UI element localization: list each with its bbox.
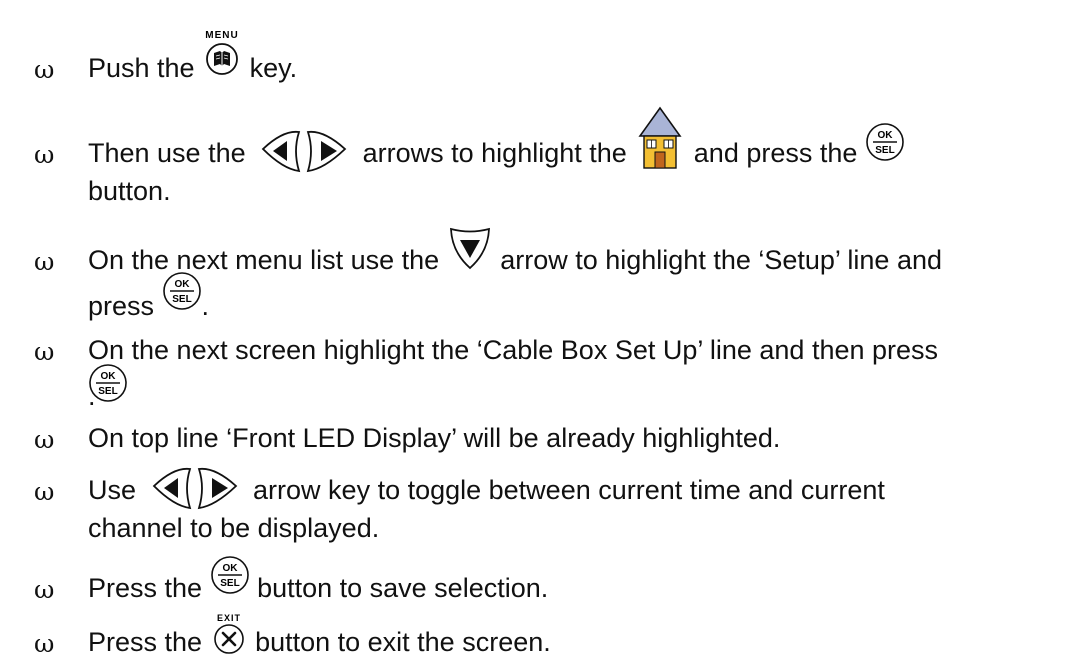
step-text: Push the [88,53,203,83]
right-arrow-key-icon [194,467,246,510]
ok-label: OK [877,130,893,141]
step-text: On top line ‘Front LED Display’ will be … [88,423,781,453]
bullet: ω [34,425,55,454]
down-arrow-key-icon [447,227,493,280]
svg-text:OK: OK [174,279,190,290]
step-text: Use [88,475,144,505]
svg-text:OK: OK [101,371,117,382]
step-text: Press the [88,627,210,657]
bullet: ω [34,55,55,84]
step-text: arrow to highlight the ‘Setup’ line and [492,245,942,275]
svg-text:OK: OK [222,563,238,574]
step-text: Press the [88,573,210,603]
bullet: ω [34,575,55,604]
ok-sel-key-icon: OK SEL [162,271,202,326]
home-icon [634,106,686,173]
bullet: ω [34,477,55,506]
menu-label: MENU [205,30,238,41]
step-text: . [201,290,210,321]
step-text: and press the [686,138,865,168]
ok-sel-key-icon: OK SEL [865,123,905,173]
svg-text:SEL: SEL [172,294,191,305]
step-text: On the next menu list use the [88,245,447,275]
svg-text:SEL: SEL [220,578,239,589]
step-text: press [88,290,162,321]
right-arrow-key-icon [303,130,355,173]
step-text: button to exit the screen. [247,627,551,657]
step-text: Then use the [88,138,254,168]
instruction-page: ω Push the MENU key. ω Then use the arro… [0,0,1078,664]
step-text: button. [88,175,171,206]
sel-label: SEL [875,145,894,156]
menu-key-icon: MENU [202,30,242,88]
step-text: arrow key to toggle between current time… [245,475,885,505]
step-text: On the next screen highlight the ‘Cable … [88,335,939,365]
step-text: channel to be displayed. [88,512,380,543]
bullet: ω [34,247,55,276]
bullet: ω [34,629,55,658]
exit-key-icon: EXIT [210,613,248,662]
exit-label: EXIT [217,613,241,623]
svg-text:SEL: SEL [98,386,117,397]
step-text: button to save selection. [249,573,549,603]
step-text: . [88,381,96,411]
left-arrow-key-icon [144,467,194,510]
bullet: ω [34,140,55,169]
bullet: ω [34,337,55,366]
ok-sel-key-icon: OK SEL [210,556,250,608]
step-text: key. [242,53,298,83]
step-text: arrows to highlight the [355,138,635,168]
left-arrow-key-icon [253,130,303,173]
